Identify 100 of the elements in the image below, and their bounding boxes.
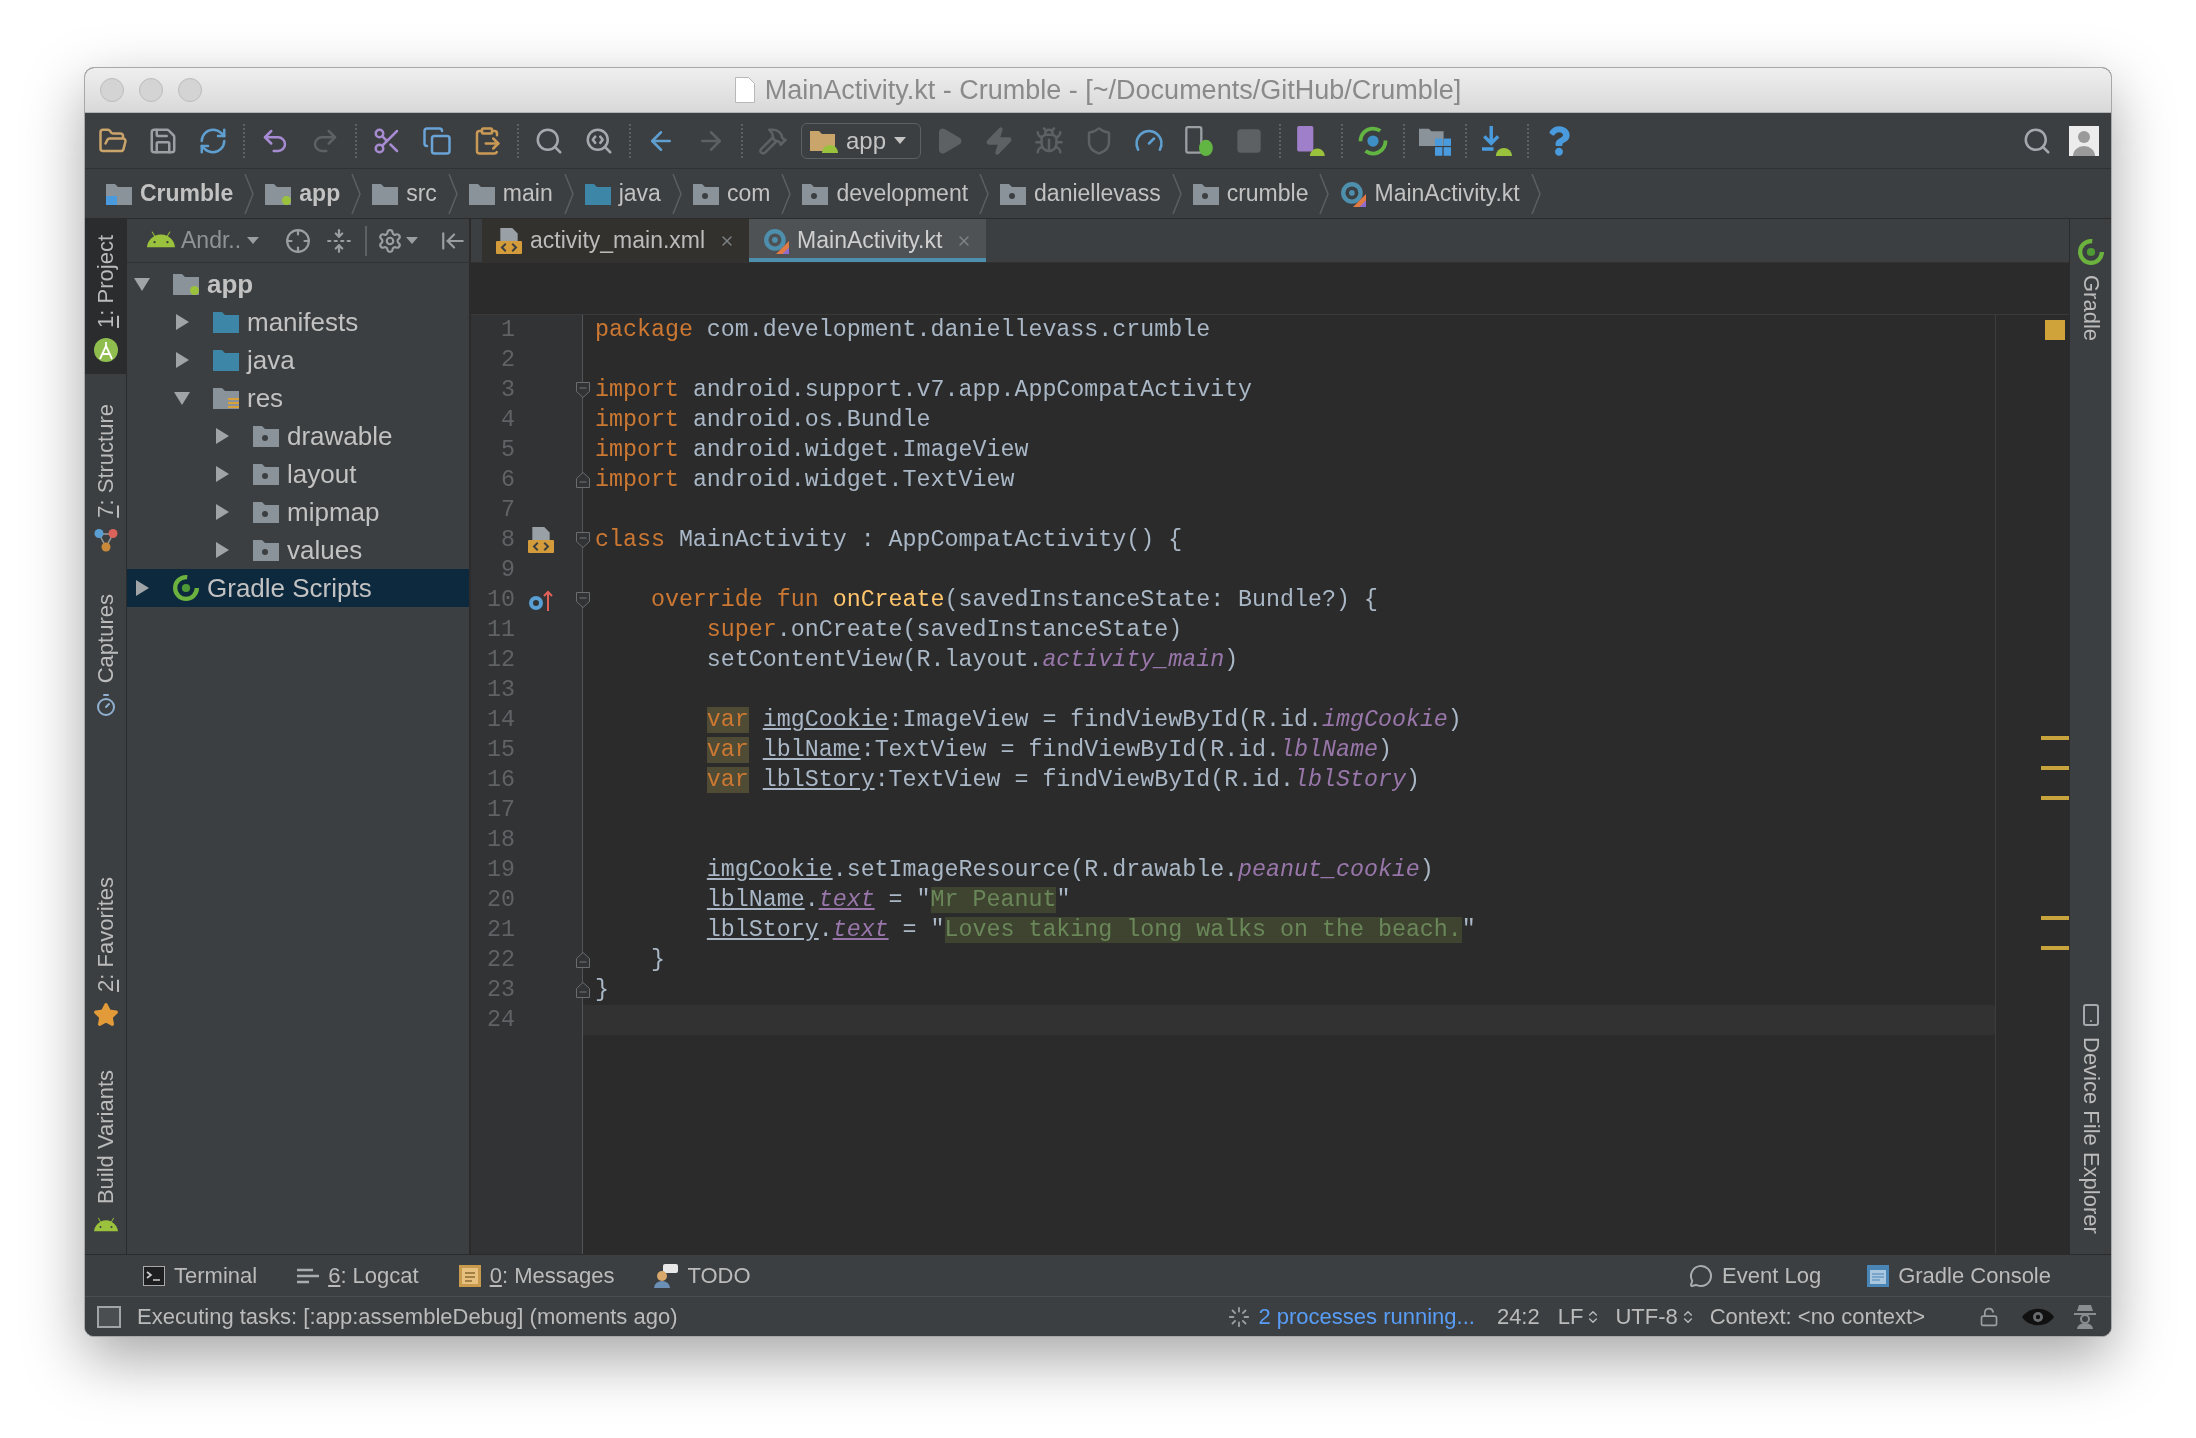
phone-bug-icon — [1185, 125, 1213, 156]
compass-icon — [93, 337, 118, 362]
tool-window-button[interactable]: Terminal — [137, 1257, 264, 1294]
tool-window-button[interactable]: 1: Project — [85, 219, 126, 374]
collapsed-arrow-icon[interactable] — [174, 314, 190, 330]
code-line: setContentView(R.layout.activity_main) — [706, 646, 1239, 675]
breadcrumb-item[interactable]: development — [791, 173, 980, 214]
breadcrumb-item[interactable]: main — [457, 173, 564, 214]
code-line: override fun onCreate(savedInstanceState: Bundle?) { — [650, 586, 1378, 615]
fold-marker-icon[interactable] — [576, 982, 590, 998]
tool-window-button[interactable]: Build Variants — [85, 1053, 126, 1250]
breadcrumb-item[interactable]: src — [361, 173, 448, 214]
download-android-icon — [1482, 125, 1512, 156]
tree-item[interactable]: drawable — [127, 417, 469, 455]
code-line: super.onCreate(savedInstanceState) — [706, 616, 1183, 645]
chevron-icon — [1319, 173, 1330, 214]
kotlin-file-icon — [763, 227, 790, 254]
tool-window-button[interactable]: Device File Explorer — [2070, 983, 2111, 1254]
collapse-icon — [325, 227, 352, 254]
tree-item[interactable]: manifests — [127, 303, 469, 341]
background-tasks-link[interactable]: 2 processes running... — [1258, 1300, 1475, 1333]
inspector-button[interactable] — [2071, 1302, 2099, 1331]
expanded-arrow-icon[interactable] — [134, 276, 150, 292]
collapsed-arrow-icon[interactable] — [134, 580, 150, 596]
tree-item[interactable]: layout — [127, 455, 469, 493]
code-line: import android.os.Bundle — [595, 406, 931, 435]
tool-window-button[interactable]: Event Log — [1683, 1257, 1828, 1294]
tree-item[interactable]: mipmap — [127, 493, 469, 531]
tool-window-button[interactable]: 7: Structure — [85, 387, 126, 564]
folder-icon — [253, 539, 279, 561]
encoding-selector[interactable]: UTF-8 — [1615, 1300, 1696, 1333]
chevron-icon — [1171, 173, 1182, 214]
collapsed-arrow-icon[interactable] — [214, 428, 230, 444]
folder-icon — [372, 182, 399, 205]
code-line: var lblName:TextView = findViewById(R.id.lblName) — [706, 736, 1392, 765]
collapsed-arrow-icon[interactable] — [214, 504, 230, 520]
code-line: } — [595, 976, 609, 1005]
star-icon — [92, 1001, 119, 1028]
folder-icon — [1000, 182, 1027, 205]
tool-window-button[interactable]: Gradle Console — [1861, 1257, 2057, 1294]
layout-file-icon — [528, 527, 554, 553]
expanded-arrow-icon[interactable] — [174, 390, 190, 406]
breadcrumb-item[interactable]: com — [681, 173, 782, 214]
tree-item[interactable]: Gradle Scripts — [127, 569, 469, 607]
caret-position[interactable]: 24:2 — [1496, 1300, 1540, 1333]
fold-marker-icon[interactable] — [576, 532, 590, 548]
code-line: var imgCookie:ImageView = findViewById(R.id.imgCookie) — [706, 706, 1462, 735]
question-mark-icon — [1548, 125, 1570, 156]
collapsed-arrow-icon[interactable] — [214, 466, 230, 482]
window-title: MainActivity.kt - Crumble - [~/Documents/GitHub/Crumble] — [764, 73, 1462, 107]
kotlin-file-icon — [1340, 180, 1367, 207]
tool-window-button[interactable]: Captures — [85, 577, 126, 729]
folder-icon — [253, 425, 279, 447]
breadcrumb-item[interactable]: Crumble — [95, 173, 245, 214]
tool-window-button[interactable]: 6: Logcat — [291, 1257, 425, 1294]
folder-icon — [213, 349, 239, 371]
tree-item[interactable]: app — [127, 265, 469, 303]
folder-icon — [802, 182, 829, 205]
code-line: package com.development.daniellevass.crumble — [595, 316, 1211, 345]
project-view-dropdown[interactable]: Andr.. — [147, 223, 260, 258]
user-button[interactable] — [2067, 123, 2101, 158]
gear-icon — [377, 227, 404, 254]
sync-ring-icon — [1358, 125, 1388, 156]
run-configuration-dropdown[interactable]: app — [801, 122, 921, 159]
context-label: Context: <no context> — [1709, 1303, 1925, 1331]
code-line: lblStory.text = "Loves taking long walks on the beach." — [706, 916, 1476, 945]
tree-item[interactable]: java — [127, 341, 469, 379]
tree-item[interactable]: res — [127, 379, 469, 417]
breadcrumb-item[interactable]: java — [573, 173, 672, 214]
bug-icon — [1034, 125, 1064, 156]
fold-marker-icon[interactable] — [576, 382, 590, 398]
folder-icon — [584, 182, 611, 205]
tool-window-button[interactable]: TODO — [648, 1257, 757, 1294]
fold-marker-icon[interactable] — [576, 952, 590, 968]
circle-up-arrow-icon[interactable] — [528, 589, 554, 611]
terminal-icon — [143, 1265, 165, 1286]
collapsed-arrow-icon[interactable] — [174, 352, 190, 368]
eye-icon — [2022, 1306, 2054, 1327]
tool-window-button[interactable]: Gradle — [2070, 219, 2111, 362]
folder-icon — [106, 182, 132, 205]
breadcrumb-item[interactable]: MainActivity.kt — [1329, 173, 1531, 214]
code-line: class MainActivity : AppCompatActivity() { — [595, 526, 1183, 555]
chevron-icon — [351, 173, 362, 214]
fold-marker-icon[interactable] — [576, 472, 590, 488]
tree-item[interactable]: values — [127, 531, 469, 569]
layout-file-icon — [496, 227, 522, 254]
chevron-icon — [447, 173, 458, 214]
folder-icon — [213, 311, 239, 333]
folder-icon — [253, 463, 279, 485]
line-separator-selector[interactable]: LF — [1557, 1300, 1602, 1333]
editor-tab[interactable]: MainActivity.kt — [749, 219, 987, 262]
collapsed-arrow-icon[interactable] — [214, 542, 230, 558]
breadcrumb-item[interactable]: daniellevass — [989, 173, 1172, 214]
fold-marker-icon[interactable] — [576, 592, 590, 608]
tool-window-button[interactable]: 0: Messages — [452, 1257, 621, 1294]
editor-tab[interactable]: activity_main.xml — [482, 219, 750, 262]
breadcrumb-item[interactable]: app — [254, 173, 352, 214]
tool-window-button[interactable]: 2: Favorites — [85, 860, 126, 1040]
breadcrumb-item[interactable]: crumble — [1181, 173, 1320, 214]
stop-icon — [1235, 126, 1263, 155]
